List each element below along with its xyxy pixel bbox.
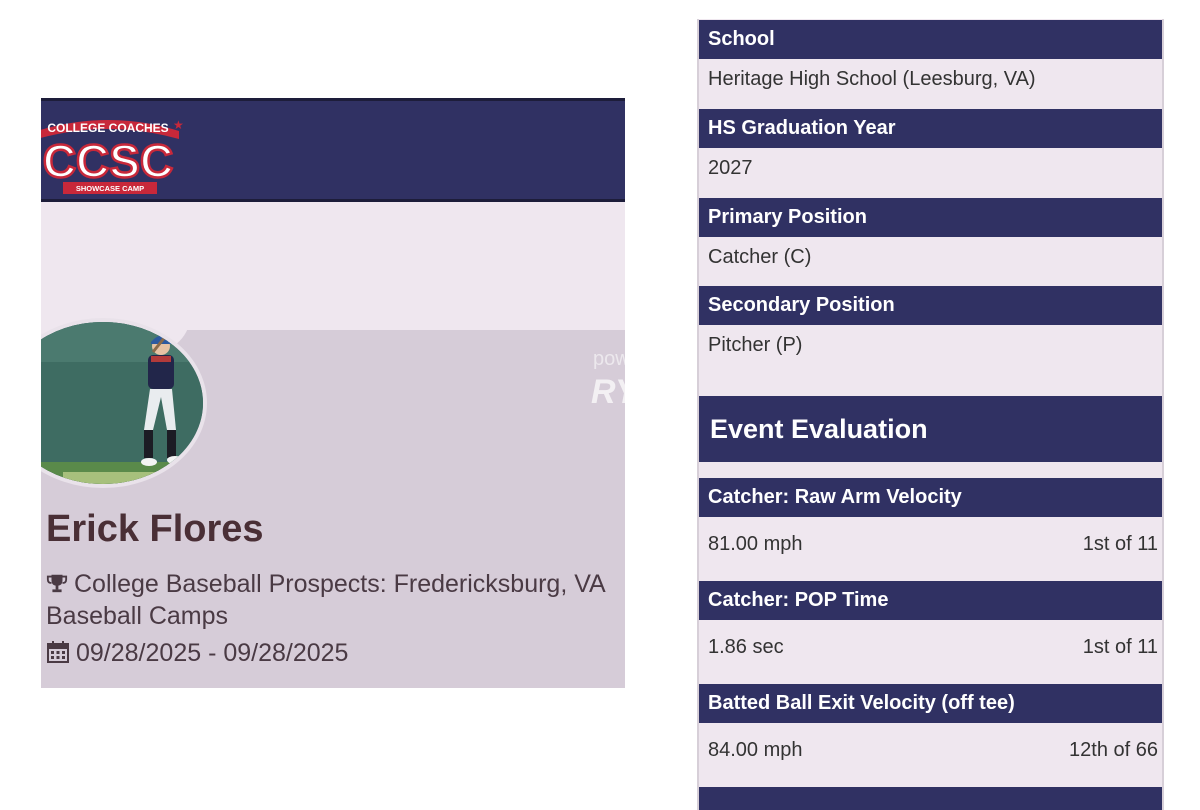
powered-by-watermark: pow (593, 348, 625, 370)
primary-position-header: Primary Position (699, 198, 1162, 237)
secondary-position-value: Pitcher (P) (708, 333, 803, 356)
grad-year-header: HS Graduation Year (699, 109, 1162, 148)
svg-text:SHOWCASE CAMP: SHOWCASE CAMP (76, 184, 144, 193)
metric-rank: 12th of 66 (1069, 738, 1158, 761)
trophy-icon (46, 574, 68, 593)
metric-header: Catcher: POP Time (699, 581, 1162, 620)
school-header: School (699, 20, 1162, 59)
primary-position-value: Catcher (C) (708, 245, 812, 268)
event-date-range: 09/28/2025 - 09/28/2025 (76, 639, 349, 667)
metric-value: 81.00 mph (708, 532, 803, 555)
brand-watermark: RY (591, 373, 625, 411)
profile-banner (41, 202, 625, 330)
metric-rank: 1st of 11 (1082, 532, 1158, 555)
metric-row: 84.00 mph 12th of 66 (699, 723, 1162, 777)
metric-value: 1.86 sec (708, 635, 784, 658)
profile-header: COLLEGE COACHES ★ CCSC SHOWCASE CAMP (41, 98, 625, 202)
metric-value: 84.00 mph (708, 738, 803, 761)
player-profile-card: COLLEGE COACHES ★ CCSC SHOWCASE CAMP pow… (41, 98, 625, 688)
player-name: Erick Flores (46, 508, 264, 550)
metric-header-next (699, 787, 1162, 810)
grad-year-value: 2027 (708, 156, 753, 179)
svg-text:COLLEGE COACHES: COLLEGE COACHES (47, 121, 168, 135)
metric-row: 1.86 sec 1st of 11 (699, 620, 1162, 674)
event-info: College Baseball Prospects: Fredericksbu… (46, 568, 624, 632)
svg-text:CCSC: CCSC (43, 135, 173, 187)
event-dates: 09/28/2025 - 09/28/2025 (46, 639, 348, 668)
calendar-icon (47, 641, 69, 663)
school-value: Heritage High School (Leesburg, VA) (708, 67, 1036, 90)
event-evaluation-title: Event Evaluation (699, 396, 1162, 462)
metric-header: Batted Ball Exit Velocity (off tee) (699, 684, 1162, 723)
svg-text:★: ★ (173, 118, 183, 132)
secondary-position-header: Secondary Position (699, 286, 1162, 325)
metric-rank: 1st of 11 (1082, 635, 1158, 658)
player-info-panel: School Heritage High School (Leesburg, V… (697, 19, 1164, 810)
player-avatar (41, 318, 207, 488)
event-name: College Baseball Prospects: Fredericksbu… (46, 570, 605, 630)
metric-row: 81.00 mph 1st of 11 (699, 517, 1162, 571)
metric-header: Catcher: Raw Arm Velocity (699, 478, 1162, 517)
ccsc-logo: COLLEGE COACHES ★ CCSC SHOWCASE CAMP (41, 118, 183, 194)
